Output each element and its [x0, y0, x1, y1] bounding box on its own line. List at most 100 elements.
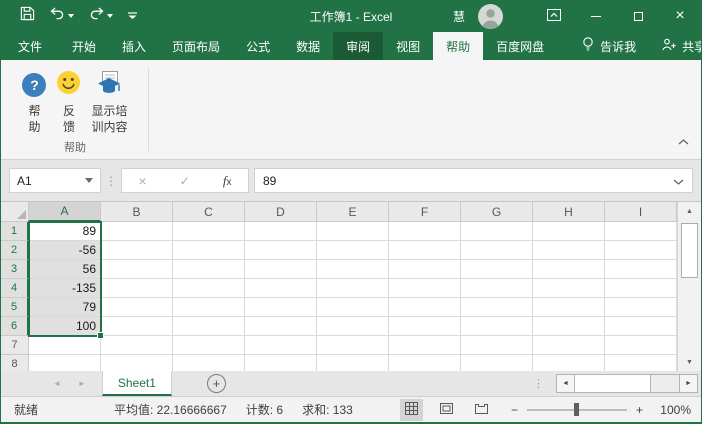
normal-view-button[interactable]: [400, 399, 423, 421]
cell-F2[interactable]: [389, 241, 461, 260]
tab-file[interactable]: 文件: [1, 32, 59, 60]
column-header-A[interactable]: A: [29, 202, 101, 222]
zoom-in-icon[interactable]: +: [636, 403, 643, 417]
cell-E6[interactable]: [317, 317, 389, 336]
cell-B7[interactable]: [101, 336, 173, 355]
cell-E2[interactable]: [317, 241, 389, 260]
cell-I4[interactable]: [605, 279, 677, 298]
cell-A6[interactable]: 100: [29, 317, 101, 336]
cell-F6[interactable]: [389, 317, 461, 336]
cell-A3[interactable]: 56: [29, 260, 101, 279]
zoom-slider-thumb[interactable]: [574, 403, 579, 416]
cell-E7[interactable]: [317, 336, 389, 355]
tab-split-handle[interactable]: ⋮: [533, 377, 544, 390]
user-name[interactable]: 慧: [453, 8, 465, 25]
insert-function-icon[interactable]: fx: [223, 173, 232, 189]
cell-E4[interactable]: [317, 279, 389, 298]
sheet-nav-left-icon[interactable]: ◄: [53, 379, 61, 388]
close-button[interactable]: ×: [659, 0, 701, 32]
cell-D6[interactable]: [245, 317, 317, 336]
sheet-tab-sheet1[interactable]: Sheet1: [102, 371, 172, 396]
tab-view[interactable]: 视图: [383, 32, 433, 60]
cell-G2[interactable]: [461, 241, 533, 260]
scroll-left-icon[interactable]: ◄: [556, 374, 575, 393]
vertical-scrollbar[interactable]: ▲ ▼: [677, 202, 701, 371]
horizontal-scrollbar-track[interactable]: [651, 374, 679, 393]
tab-page-layout[interactable]: 页面布局: [159, 32, 233, 60]
row-header-4[interactable]: 4: [1, 279, 29, 298]
column-header-D[interactable]: D: [245, 202, 317, 222]
row-header-3[interactable]: 3: [1, 260, 29, 279]
maximize-button[interactable]: [617, 0, 659, 32]
cell-I8[interactable]: [605, 355, 677, 371]
cell-B4[interactable]: [101, 279, 173, 298]
cell-B8[interactable]: [101, 355, 173, 371]
cell-D7[interactable]: [245, 336, 317, 355]
name-box-dropdown-icon[interactable]: [85, 178, 93, 183]
zoom-level[interactable]: 100%: [655, 403, 691, 417]
cell-C3[interactable]: [173, 260, 245, 279]
tab-help[interactable]: 帮助: [433, 32, 483, 60]
cell-I1[interactable]: [605, 222, 677, 241]
undo-dropdown-icon[interactable]: [68, 14, 74, 18]
formula-bar-splitter[interactable]: ⋮: [101, 174, 121, 188]
vertical-scrollbar-thumb[interactable]: [681, 223, 698, 278]
select-all-corner[interactable]: [1, 202, 29, 222]
formula-input[interactable]: 89: [254, 168, 693, 193]
cell-E8[interactable]: [317, 355, 389, 371]
cell-H5[interactable]: [533, 298, 605, 317]
scroll-right-icon[interactable]: ►: [679, 374, 698, 393]
horizontal-scrollbar[interactable]: ⋮ ◄ ►: [533, 374, 698, 393]
minimize-button[interactable]: [575, 0, 617, 32]
cell-E5[interactable]: [317, 298, 389, 317]
cell-A8[interactable]: [29, 355, 101, 371]
cell-C6[interactable]: [173, 317, 245, 336]
redo-button[interactable]: [89, 7, 113, 25]
row-header-8[interactable]: 8: [1, 355, 29, 371]
cell-I5[interactable]: [605, 298, 677, 317]
cell-C1[interactable]: [173, 222, 245, 241]
cell-G8[interactable]: [461, 355, 533, 371]
cell-I6[interactable]: [605, 317, 677, 336]
cell-D8[interactable]: [245, 355, 317, 371]
cell-H8[interactable]: [533, 355, 605, 371]
column-header-C[interactable]: C: [173, 202, 245, 222]
cell-H3[interactable]: [533, 260, 605, 279]
share-button[interactable]: 共享: [649, 32, 702, 60]
cell-I2[interactable]: [605, 241, 677, 260]
cell-D1[interactable]: [245, 222, 317, 241]
customize-quick-access-button[interactable]: [128, 7, 137, 25]
expand-formula-bar-icon[interactable]: [673, 174, 684, 188]
cell-B5[interactable]: [101, 298, 173, 317]
cell-G1[interactable]: [461, 222, 533, 241]
cell-A1[interactable]: 89: [29, 222, 101, 241]
cell-G5[interactable]: [461, 298, 533, 317]
tab-data[interactable]: 数据: [283, 32, 333, 60]
cell-A7[interactable]: [29, 336, 101, 355]
cell-G7[interactable]: [461, 336, 533, 355]
cell-B3[interactable]: [101, 260, 173, 279]
cell-H6[interactable]: [533, 317, 605, 336]
zoom-out-icon[interactable]: −: [511, 403, 518, 417]
horizontal-scrollbar-thumb[interactable]: [575, 374, 651, 393]
cell-B2[interactable]: [101, 241, 173, 260]
ribbon-display-options-button[interactable]: [533, 0, 575, 32]
scroll-up-icon[interactable]: ▲: [678, 202, 701, 220]
tab-home[interactable]: 开始: [59, 32, 109, 60]
cell-I3[interactable]: [605, 260, 677, 279]
column-header-F[interactable]: F: [389, 202, 461, 222]
cell-G4[interactable]: [461, 279, 533, 298]
column-header-H[interactable]: H: [533, 202, 605, 222]
column-header-B[interactable]: B: [101, 202, 173, 222]
row-header-2[interactable]: 2: [1, 241, 29, 260]
add-sheet-button[interactable]: +: [207, 374, 226, 393]
page-layout-view-button[interactable]: [435, 399, 458, 421]
cell-F7[interactable]: [389, 336, 461, 355]
cell-D4[interactable]: [245, 279, 317, 298]
redo-dropdown-icon[interactable]: [107, 14, 113, 18]
feedback-button[interactable]: 反 馈: [53, 65, 84, 135]
column-header-I[interactable]: I: [605, 202, 677, 222]
cell-G6[interactable]: [461, 317, 533, 336]
cell-B1[interactable]: [101, 222, 173, 241]
cell-A5[interactable]: 79: [29, 298, 101, 317]
